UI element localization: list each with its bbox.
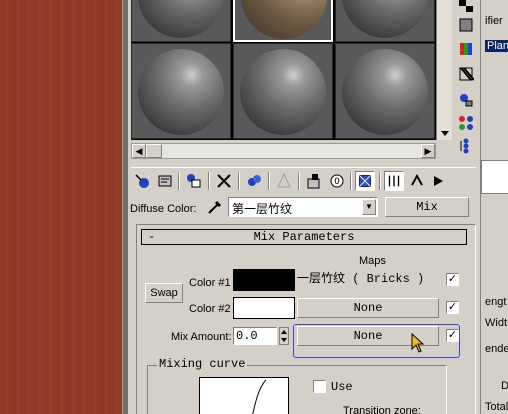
toolbar-separator [238,172,240,190]
material-navigator-icon[interactable] [458,138,474,154]
toolbar-separator [350,172,352,190]
modifier-field[interactable] [481,160,508,194]
go-forward-icon[interactable] [429,171,449,191]
options-icon[interactable] [458,92,474,108]
sample-slot[interactable] [131,0,231,42]
slots-horizontal-scrollbar[interactable]: ◀ ▶ [131,143,436,159]
material-id-icon[interactable]: 0 [327,171,347,191]
color1-map-button[interactable]: 一层竹纹 ( Bricks ) [297,270,439,290]
material-sphere [342,0,428,38]
make-copy-icon[interactable] [244,171,264,191]
sample-slots [131,0,436,140]
map-name-field[interactable]: 第一层竹纹 ▼ [228,197,378,217]
color2-label: Color #2 [189,303,231,315]
material-editor: ◀ ▶ 0 Diffuse Color: 第一层竹纹 ▼ Mix - Mix P… [128,0,480,414]
color2-map-checkbox[interactable]: ✓ [446,301,459,314]
mix-map-checkbox[interactable]: ✓ [446,329,459,342]
modifier-stack-item[interactable]: Plan [485,40,508,52]
toolbar-separator [298,172,300,190]
mouse-cursor-icon [411,333,425,353]
map-name-value: 第一层竹纹 [232,202,293,216]
video-color-check-icon[interactable] [458,41,474,57]
scroll-right-icon[interactable]: ▶ [421,144,435,158]
get-material-icon[interactable] [133,171,153,191]
scroll-down-icon[interactable] [440,128,450,138]
curve-line-icon [252,379,267,414]
svg-text:0: 0 [334,177,340,187]
sample-slot-selected[interactable] [233,0,333,42]
scroll-thumb[interactable] [146,144,162,158]
show-end-result-icon[interactable] [384,171,404,191]
material-type-button[interactable]: Mix [385,197,469,217]
use-curve-label: Use [331,380,353,394]
material-sphere [342,49,428,135]
toolbar-separator [178,172,180,190]
total-label: Total [485,401,508,413]
density-label: D [501,380,508,392]
mixing-curve-title: Mixing curve [157,357,248,371]
rollout-header[interactable]: - Mix Parameters [141,229,467,245]
color1-label: Color #1 [189,277,231,289]
sample-slot[interactable] [131,43,231,139]
select-by-material-icon[interactable] [458,115,474,131]
color2-map-button[interactable]: None [297,298,439,318]
transition-zone-label: Transition zone: [343,405,421,414]
modifier-list-label: ifier [485,15,503,27]
reset-map-icon[interactable] [214,171,234,191]
make-preview-icon[interactable] [458,66,474,82]
side-toolbar [454,0,478,165]
toolbar-separator [268,172,270,190]
put-to-scene-icon[interactable] [155,171,175,191]
sample-slot[interactable] [335,0,435,42]
scroll-left-icon[interactable]: ◀ [132,144,146,158]
material-sphere [240,49,326,135]
swap-button[interactable]: Swap [145,283,183,303]
sample-uv-icon[interactable] [458,17,474,33]
material-sphere [138,49,224,135]
color2-swatch[interactable] [233,297,295,319]
put-to-library-icon[interactable] [304,171,324,191]
material-sphere [138,0,224,38]
material-sphere-wood [241,0,327,39]
show-map-icon[interactable] [355,171,375,191]
map-name-dropdown-icon[interactable]: ▼ [362,199,376,215]
width-label: Widt [485,317,507,329]
color1-swatch[interactable] [233,269,295,291]
color1-map-checkbox[interactable]: ✓ [446,273,459,286]
maps-header: Maps [359,255,386,267]
material-toolbar: 0 [131,167,476,193]
rollout-title: Mix Parameters [253,230,355,244]
sample-slot[interactable] [335,43,435,139]
render-label: ende [485,343,508,355]
diffuse-label: Diffuse Color: [130,203,197,215]
toolbar-separator [208,172,210,190]
spinner-arrows-icon [281,330,287,342]
diffuse-row: Diffuse Color: 第一层竹纹 ▼ Mix [128,196,480,220]
viewport-background [0,0,122,414]
length-label: engt [485,296,507,308]
sample-slot[interactable] [233,43,333,139]
mixing-curve-graph [199,377,289,414]
command-panel: ifier Plan engt Widt ende D Total [480,0,508,414]
toolbar-separator [379,172,381,190]
mix-amount-label: Mix Amount: [171,331,232,343]
slots-vertical-scrollbar[interactable] [436,0,452,140]
background-icon[interactable] [458,0,474,16]
mix-parameters-panel: - Mix Parameters Maps Swap Color #1 一层竹纹… [136,224,476,414]
make-unique-icon[interactable] [274,171,294,191]
mix-amount-spinner[interactable] [279,327,289,345]
assign-material-icon[interactable] [184,171,204,191]
mix-amount-field[interactable]: 0.0 [233,327,277,345]
use-curve-checkbox[interactable] [313,380,326,393]
go-to-parent-icon[interactable] [407,171,427,191]
pick-material-icon[interactable] [206,198,224,216]
